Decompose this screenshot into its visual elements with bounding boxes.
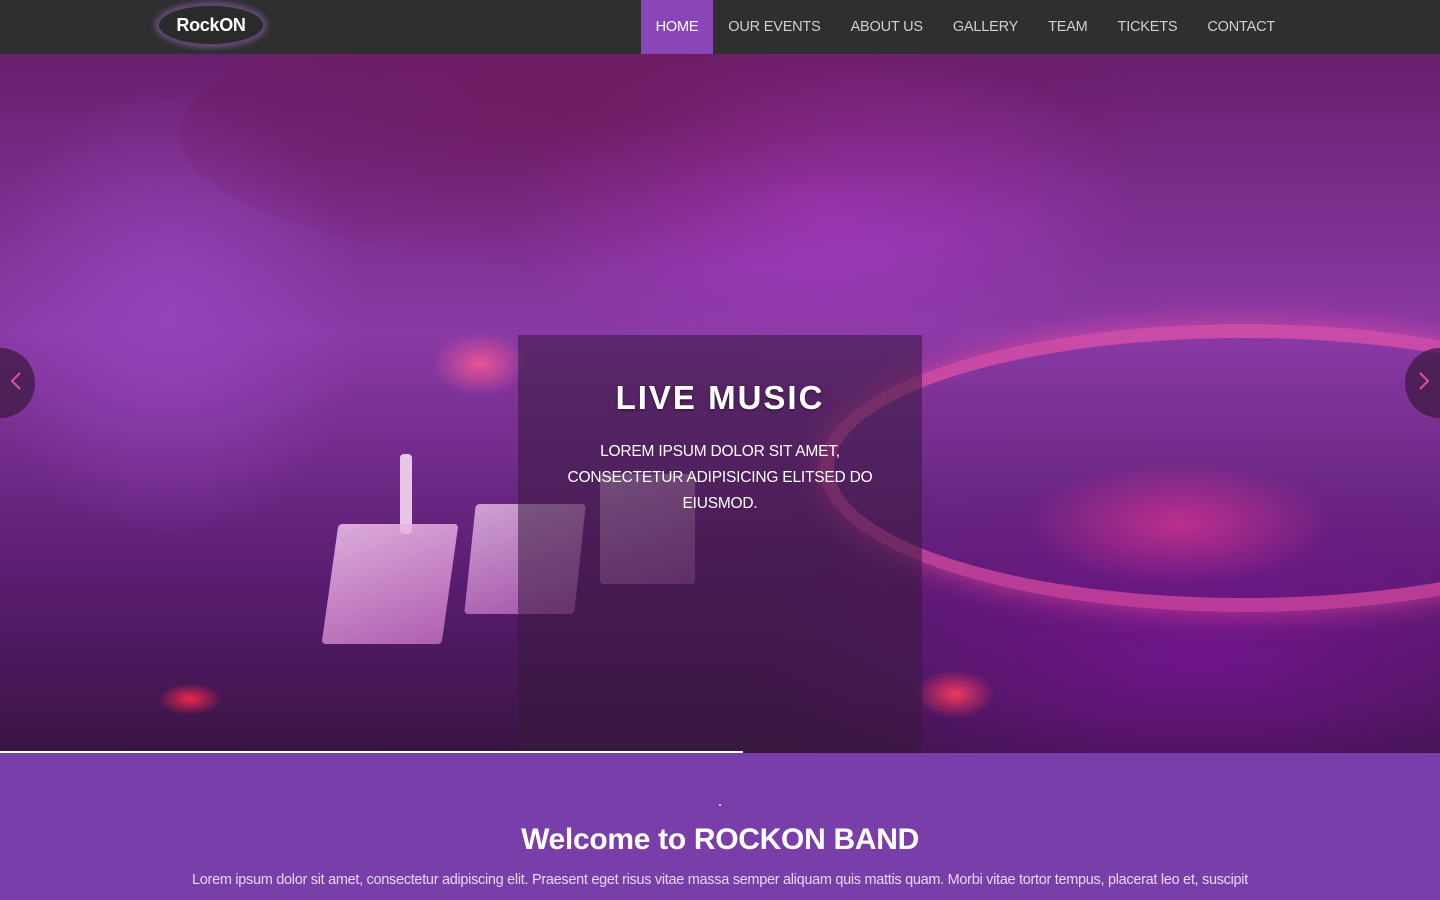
navbar: RockON HOME OUR EVENTS ABOUT US GALLERY … <box>0 0 1440 54</box>
welcome-title: Welcome to ROCKON BAND <box>521 823 919 856</box>
welcome-divider <box>719 804 721 806</box>
slide-caption: LIVE MUSIC LOREM IPSUM DOLOR SIT AMET, C… <box>518 335 922 753</box>
nav-item-home[interactable]: HOME <box>640 0 714 54</box>
nav-item-team[interactable]: TEAM <box>1033 0 1102 54</box>
hero-background-fader <box>400 454 412 534</box>
welcome-text: Lorem ipsum dolor sit amet, consectetur … <box>192 872 1248 888</box>
chevron-right-icon <box>1417 368 1431 399</box>
slide-title: LIVE MUSIC <box>615 379 825 416</box>
hero-background-fader <box>321 524 459 644</box>
chevron-left-icon <box>9 368 23 399</box>
main-nav: HOME OUR EVENTS ABOUT US GALLERY TEAM TI… <box>640 0 1290 54</box>
nav-item-our-events[interactable]: OUR EVENTS <box>713 0 835 54</box>
nav-item-tickets[interactable]: TICKETS <box>1103 0 1193 54</box>
welcome-section: Welcome to ROCKON BAND Lorem ipsum dolor… <box>0 753 1440 900</box>
logo[interactable]: RockON <box>158 5 264 45</box>
slider-prev-button[interactable] <box>0 348 35 418</box>
hero-slider: LIVE MUSIC LOREM IPSUM DOLOR SIT AMET, C… <box>0 54 1440 753</box>
nav-item-gallery[interactable]: GALLERY <box>938 0 1033 54</box>
nav-item-about-us[interactable]: ABOUT US <box>836 0 938 54</box>
slide-text: LOREM IPSUM DOLOR SIT AMET, CONSECTETUR … <box>567 443 873 512</box>
hero-background-hand <box>180 54 1180 274</box>
nav-item-contact[interactable]: CONTACT <box>1192 0 1290 54</box>
